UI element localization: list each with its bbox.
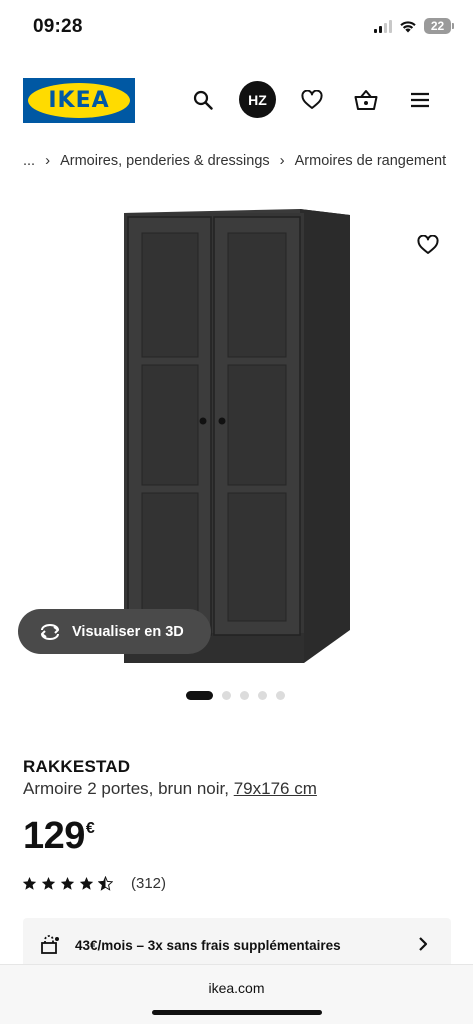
home-indicator[interactable] (152, 1010, 322, 1015)
ikea-logo[interactable]: IKEA (23, 78, 135, 123)
battery-icon: 22 (424, 18, 454, 34)
star-icon (22, 876, 37, 890)
breadcrumb-item-wardrobes[interactable]: Armoires, penderies & dressings (60, 153, 270, 169)
product-description-text: Armoire 2 portes, brun noir, (23, 779, 234, 798)
visualise-3d-button[interactable]: Visualiser en 3D (18, 609, 211, 654)
product-name: RAKKESTAD (23, 757, 131, 776)
status-indicators: 22 (374, 18, 454, 34)
wifi-icon (400, 21, 416, 33)
half-star-icon (98, 876, 113, 891)
product-description: Armoire 2 portes, brun noir, 79x176 cm (23, 779, 317, 799)
heart-icon (417, 234, 439, 254)
breadcrumb-ellipsis[interactable]: ... (23, 153, 35, 169)
product-measure-link[interactable]: 79x176 cm (234, 779, 317, 798)
product-price: 129 € (23, 815, 95, 858)
breadcrumb-separator-icon: › (279, 152, 285, 169)
logo-oval: IKEA (28, 83, 130, 118)
gallery-pagination (186, 691, 285, 700)
menu-icon (411, 92, 429, 107)
heart-icon (301, 89, 323, 109)
visualise-3d-label: Visualiser en 3D (72, 623, 184, 640)
gallery-dot-5[interactable] (276, 691, 285, 700)
header-actions: HZ (185, 81, 438, 118)
cellular-signal-icon (374, 19, 392, 33)
chevron-right-icon (419, 937, 428, 951)
browser-address-bar[interactable]: ikea.com (0, 964, 473, 1024)
logo-text: IKEA (48, 88, 110, 113)
browser-url[interactable]: ikea.com (0, 980, 473, 996)
gallery-dot-3[interactable] (240, 691, 249, 700)
status-bar: 09:28 22 (0, 0, 473, 54)
site-header: IKEA HZ (0, 76, 473, 126)
product-rating[interactable]: (312) (22, 875, 166, 892)
search-button[interactable] (185, 82, 221, 118)
product-wishlist-button[interactable] (417, 234, 439, 260)
breadcrumb-item-storage-wardrobes[interactable]: Armoires de rangement (295, 153, 447, 169)
cart-button[interactable] (348, 82, 384, 118)
wishlist-button[interactable] (294, 82, 330, 118)
product-image-gallery[interactable]: Visualiser en 3D (0, 195, 473, 675)
payment-icon (41, 935, 59, 954)
gallery-dot-2[interactable] (222, 691, 231, 700)
account-avatar[interactable]: HZ (239, 81, 276, 118)
gallery-dot-1[interactable] (186, 691, 213, 700)
rating-count: (312) (131, 875, 167, 892)
star-icon (41, 876, 56, 890)
payment-installments-text: 43€/mois – 3x sans frais supplémentaires (75, 937, 341, 953)
price-amount: 129 (23, 815, 85, 857)
breadcrumb: ... › Armoires, penderies & dressings › … (23, 152, 446, 169)
rotate-3d-icon (41, 623, 59, 640)
price-currency: € (85, 820, 95, 837)
search-icon (193, 90, 213, 110)
menu-button[interactable] (402, 82, 438, 118)
basket-icon (354, 89, 378, 110)
gallery-dot-4[interactable] (258, 691, 267, 700)
star-icon (60, 876, 75, 890)
star-icon (79, 876, 94, 890)
product-image-wardrobe (124, 209, 350, 663)
status-time: 09:28 (33, 16, 83, 37)
breadcrumb-separator-icon: › (45, 152, 51, 169)
